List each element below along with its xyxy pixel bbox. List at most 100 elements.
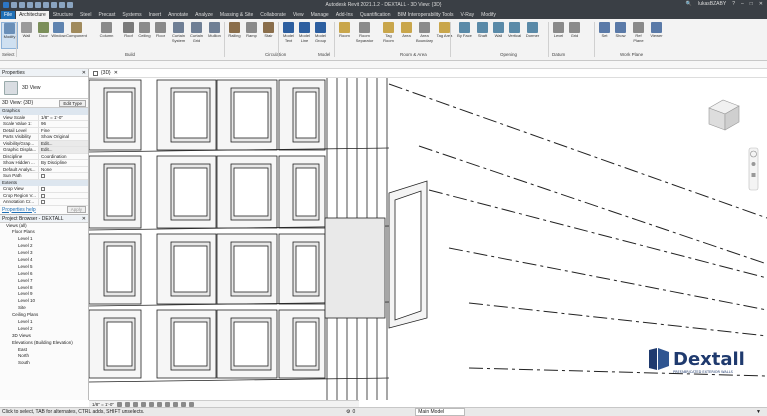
browser-item[interactable]: Level 7 — [0, 278, 88, 285]
shaft-button[interactable]: Shaft — [474, 22, 491, 49]
maximize-icon[interactable]: □ — [750, 1, 753, 7]
tab-insert[interactable]: Insert — [146, 11, 165, 19]
property-value[interactable]: Fine — [38, 127, 88, 133]
user-name[interactable]: lukasBZABY — [698, 1, 726, 7]
curtain-grid-button[interactable]: Curtain Grid — [188, 22, 205, 49]
curtain-system-button[interactable]: Curtain System — [170, 22, 187, 49]
tab-view[interactable]: View — [290, 11, 307, 19]
stair-button[interactable]: Stair — [260, 22, 277, 49]
tab-v-ray[interactable]: V-Ray — [458, 11, 478, 19]
close-icon[interactable]: ✕ — [114, 70, 118, 76]
model-text-button[interactable]: Model Text — [280, 22, 297, 49]
temporary-hide-icon[interactable] — [180, 401, 186, 407]
model-group-button[interactable]: Model Group — [312, 22, 329, 49]
browser-item[interactable]: Level 3 — [0, 250, 88, 257]
vertical-button[interactable]: Vertical — [506, 22, 523, 49]
render-icon[interactable] — [148, 401, 154, 407]
show-button[interactable]: Show — [612, 22, 629, 49]
viewer-button[interactable]: Viewer — [648, 22, 665, 49]
browser-item[interactable]: 3D Views — [0, 333, 88, 340]
property-value[interactable]: Coordination — [38, 153, 88, 159]
window-button[interactable]: Window — [50, 22, 67, 49]
sun-path-icon[interactable] — [132, 401, 138, 407]
filter-icon[interactable]: ▼ — [756, 409, 761, 415]
apply-button[interactable]: Apply — [66, 206, 86, 213]
tab-precast[interactable]: Precast — [95, 11, 118, 19]
property-value[interactable] — [38, 186, 88, 192]
tab-modify[interactable]: Modify — [478, 11, 499, 19]
navigation-bar[interactable] — [748, 147, 759, 191]
browser-item[interactable]: Level 5 — [0, 264, 88, 271]
help-icon[interactable]: ? — [732, 1, 735, 7]
browser-item[interactable]: Elevations (Building Elevation) — [0, 340, 88, 347]
property-value[interactable]: 96 — [38, 121, 88, 127]
tab-architecture[interactable]: Architecture — [16, 10, 49, 19]
browser-item[interactable]: Floor Plans — [0, 229, 88, 236]
floor-button[interactable]: Floor — [152, 22, 169, 49]
ref-plane-button[interactable]: Ref Plane — [630, 22, 647, 49]
search-icon[interactable]: 🔍 — [686, 1, 692, 7]
browser-item[interactable]: Level 8 — [0, 285, 88, 292]
room-separator-button[interactable]: Room Separator — [356, 22, 373, 49]
dormer-button[interactable]: Dormer — [524, 22, 541, 49]
property-value[interactable] — [38, 199, 88, 205]
property-value[interactable]: By Discipline — [38, 160, 88, 166]
minimize-icon[interactable]: – — [741, 1, 744, 7]
by-face-button[interactable]: By Face — [456, 22, 473, 49]
ceiling-button[interactable]: Ceiling — [136, 22, 153, 49]
view-cube[interactable] — [708, 99, 740, 131]
browser-item[interactable]: Level 9 — [0, 291, 88, 298]
browser-item[interactable]: Site — [0, 305, 88, 312]
browser-item[interactable]: Level 6 — [0, 271, 88, 278]
browser-item[interactable]: Level 2 — [0, 326, 88, 333]
worksets-icon[interactable]: ⚙ — [346, 409, 350, 415]
property-value[interactable]: None — [38, 166, 88, 172]
visual-style-icon[interactable] — [124, 401, 130, 407]
grid-button[interactable]: Grid — [566, 22, 583, 49]
checkbox[interactable] — [41, 174, 45, 178]
browser-item[interactable]: Level 4 — [0, 257, 88, 264]
property-value[interactable] — [38, 192, 88, 198]
mullion-button[interactable]: Mullion — [206, 22, 223, 49]
property-value[interactable] — [38, 173, 88, 179]
ramp-button[interactable]: Ramp — [243, 22, 260, 49]
checkbox[interactable] — [41, 187, 45, 191]
property-value[interactable]: 1/8" = 1'-0" — [38, 114, 88, 120]
tab-massing-site[interactable]: Massing & Site — [217, 11, 256, 19]
browser-item[interactable]: Level 1 — [0, 236, 88, 243]
tab-add-ins[interactable]: Add-Ins — [333, 11, 356, 19]
tab-manage[interactable]: Manage — [308, 11, 332, 19]
tag-room-button[interactable]: Tag Room — [380, 22, 397, 49]
set-button[interactable]: Set — [596, 22, 613, 49]
browser-item[interactable]: South — [0, 360, 88, 367]
browser-item[interactable]: Level 10 — [0, 298, 88, 305]
view-scale[interactable]: 1/8" = 1'-0" — [92, 402, 114, 407]
edit-type-button[interactable]: Edit Type — [59, 99, 86, 107]
checkbox[interactable] — [41, 193, 45, 198]
browser-item[interactable]: Level 1 — [0, 319, 88, 326]
view-tab[interactable]: {3D} ✕ — [89, 69, 767, 78]
area-button[interactable]: Area — [398, 22, 415, 49]
crop-view-icon[interactable] — [156, 401, 162, 407]
type-selector[interactable]: 3D View — [0, 77, 88, 99]
show-crop-icon[interactable] — [164, 401, 170, 407]
area-boundary-button[interactable]: Area Boundary — [416, 22, 433, 49]
roof-button[interactable]: Roof — [120, 22, 137, 49]
properties-help-link[interactable]: Properties help — [2, 207, 36, 213]
component-button[interactable]: Component — [66, 22, 87, 49]
design-option-selector[interactable]: Main Model — [415, 408, 466, 416]
column-button[interactable]: Column — [98, 22, 115, 49]
tab-systems[interactable]: Systems — [119, 11, 144, 19]
reveal-hidden-icon[interactable] — [188, 401, 194, 407]
lock-view-icon[interactable] — [172, 401, 178, 407]
room-button[interactable]: Room — [336, 22, 353, 49]
browser-item[interactable]: North — [0, 353, 88, 360]
tab-collaborate[interactable]: Collaborate — [257, 11, 289, 19]
level-button[interactable]: Level — [550, 22, 567, 49]
tab-bim-interoperability-tools[interactable]: BIM Interoperability Tools — [395, 11, 457, 19]
tab-structure[interactable]: Structure — [50, 11, 76, 19]
view-selector[interactable]: 3D View: {3D} — [2, 100, 33, 106]
close-icon[interactable]: ✕ — [82, 69, 86, 77]
drawing-area[interactable]: {3D} ✕ Dextall PREFABRICATED EXTERIOR WA… — [89, 69, 767, 400]
railing-button[interactable]: Railing — [226, 22, 243, 49]
